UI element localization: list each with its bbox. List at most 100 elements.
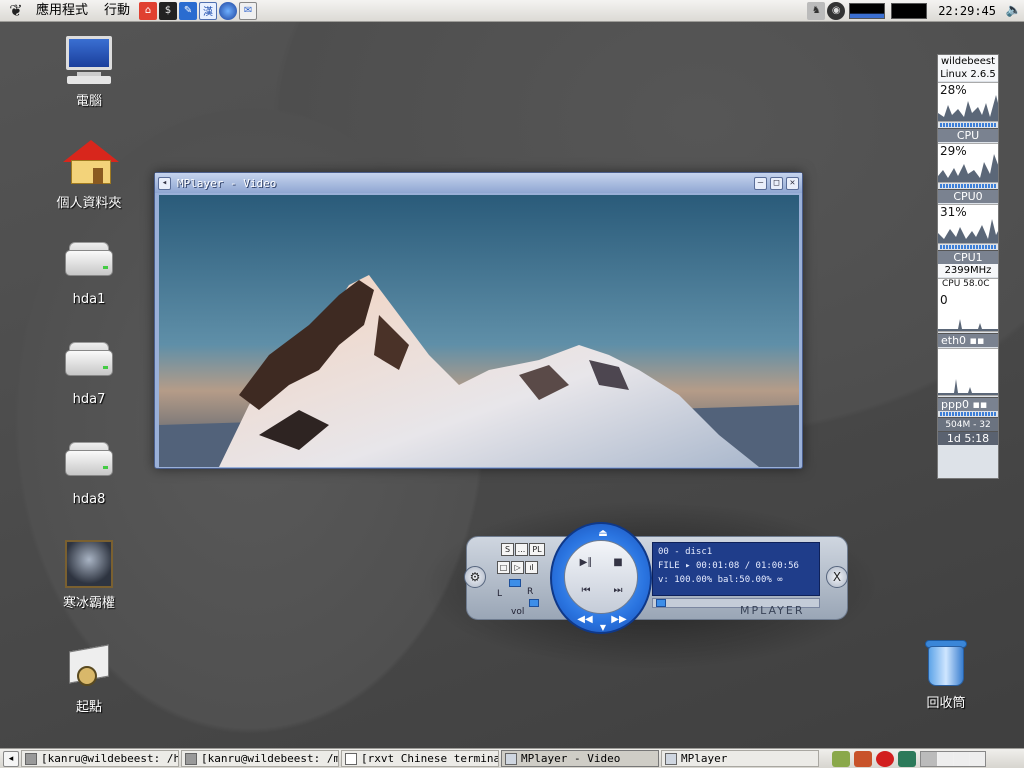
window-menu-button[interactable]: ◂ (158, 176, 171, 190)
mplayer-video-window[interactable]: ◂ MPlayer - Video – □ ✕ (154, 172, 803, 469)
mail-launcher-icon[interactable]: ✉ (239, 1, 258, 20)
minimize-button[interactable]: – (754, 176, 767, 190)
mplayer-icon (665, 752, 677, 765)
browser-launcher-icon[interactable] (219, 1, 238, 20)
cpu-temperature: CPU 58.0C (942, 279, 990, 289)
transport-buttons: ▶∥ ■ ⏮ ⏭ (564, 540, 638, 614)
desktop-icon-label: 個人資料夾 (56, 196, 122, 211)
time-row: FILE ▸ 00:01:08 / 01:00:56 (658, 561, 799, 571)
applications-menu[interactable]: 應用程式 (28, 0, 96, 22)
skin-browser-button[interactable]: S (501, 543, 514, 556)
cpu-frequency: 2399MHz (938, 264, 998, 277)
taskbar-item-rxvt[interactable]: [rxvt Chinese terminal ( (341, 750, 499, 767)
cpu0-percent: 29% (940, 144, 967, 158)
eth0-label: eth0 ▪▪ (938, 333, 998, 347)
more-button[interactable]: ... (515, 543, 528, 556)
stop-mini-button[interactable]: □ (497, 561, 510, 574)
desktop-icon-start-here[interactable]: 起點 (39, 640, 139, 715)
next-button[interactable]: ⏭ (603, 579, 633, 603)
desktop-icon-hda1[interactable]: hda1 (39, 236, 139, 307)
cpu0-chart[interactable]: 29% (938, 143, 998, 183)
display-tray-icon[interactable]: ◉ (827, 1, 846, 20)
actions-menu[interactable]: 行動 (96, 0, 138, 22)
playlist-button[interactable]: PL (529, 543, 545, 556)
memory-label: 504M - 32 (938, 417, 998, 431)
desktop-icon-game[interactable]: 寒冰霸權 (39, 540, 139, 611)
video-frame[interactable] (159, 195, 799, 467)
computer-icon (63, 34, 115, 86)
ppp0-name: ppp0 (941, 398, 969, 411)
source-label: FILE (658, 561, 680, 571)
volume-icon[interactable]: 🔈 (1005, 2, 1023, 20)
maximize-button[interactable]: □ (770, 176, 783, 190)
equalizer-button[interactable]: ıl (525, 561, 538, 574)
monitor-tray-icon[interactable] (898, 750, 916, 767)
track-title: 00 - disc1 (658, 547, 713, 557)
editor-launcher-icon[interactable]: ✎ (179, 1, 198, 20)
gnu-tray-icon[interactable] (832, 750, 850, 767)
gnu-tray-icon[interactable]: ♞ (807, 1, 826, 20)
window-title: MPlayer - Video (177, 176, 277, 190)
balance-slider-knob[interactable] (509, 579, 521, 587)
cpu1-chart[interactable]: 31% (938, 204, 998, 244)
hard-drive-icon (63, 336, 115, 388)
net-value: 0 (940, 293, 948, 307)
taskbar-item-label: [kanru@wildebeest: /mnt (201, 752, 339, 765)
mplayer-control-panel[interactable]: S ... PL □ ▷ ıl L R vol ⚙ 00 - disc1 FIL… (462, 520, 852, 636)
uptime-label: 1d 5:18 (938, 431, 998, 445)
desktop-icon-hda7[interactable]: hda7 (39, 336, 139, 407)
taskbar-item-terminal-home[interactable]: [kanru@wildebeest: /hom (21, 750, 179, 767)
flag-tray-icon[interactable] (854, 750, 872, 767)
window-titlebar[interactable]: ◂ MPlayer - Video – □ ✕ (155, 173, 802, 193)
stop-button[interactable]: ■ (603, 551, 633, 575)
load-graph-applet[interactable] (849, 2, 886, 19)
stop-tray-icon[interactable] (876, 750, 894, 767)
close-button[interactable]: ✕ (786, 176, 799, 190)
playback-time: 00:01:08 / 01:00:56 (695, 561, 799, 571)
bottom-panel: ◂ [kanru@wildebeest: /hom [kanru@wildebe… (0, 748, 1024, 768)
volume-balance-text: v: 100.00% bal:50.00% (658, 575, 772, 585)
top-panel: ❦ 應用程式 行動 ⌂ $ ✎ 漢 ✉ ♞ ◉ 22:29:45 🔈 (0, 0, 1024, 22)
gnome-foot-icon[interactable]: ❦ (6, 1, 26, 21)
temperature-chart[interactable]: CPU 58.0C 0 (938, 278, 998, 332)
play-pause-button[interactable]: ▶∥ (571, 551, 601, 575)
terminal-launcher-icon[interactable]: $ (159, 1, 178, 20)
volume-slider-knob[interactable] (529, 599, 539, 607)
cpu1-percent: 31% (940, 205, 967, 219)
cpu-percent: 28% (940, 83, 967, 97)
cpu-bar (940, 123, 996, 127)
previous-button[interactable]: ⏮ (571, 579, 601, 603)
trash-icon (920, 636, 972, 688)
seek-knob[interactable] (656, 599, 666, 607)
home-folder-icon (63, 136, 119, 188)
desktop-icon-trash[interactable]: 回收筒 (896, 636, 996, 711)
eth0-chart[interactable] (938, 348, 998, 396)
desktop-icon-computer[interactable]: 電腦 (39, 34, 139, 109)
netload-applet[interactable] (891, 2, 928, 19)
dictionary-launcher-icon[interactable]: 漢 (199, 1, 218, 20)
mplayer-close-button[interactable]: X (826, 566, 848, 588)
system-monitor[interactable]: wildebeest Linux 2.6.5 28% CPU 29% CPU0 … (937, 54, 999, 479)
ppp0-label: ppp0 ▪▪ (938, 397, 998, 411)
play-mini-button[interactable]: ▷ (511, 561, 524, 574)
clock[interactable]: 22:29:45 (930, 4, 1004, 18)
game-icon (65, 540, 113, 588)
menu-down-button[interactable]: ▼ (588, 616, 618, 640)
taskbar-item-mplayer-video[interactable]: MPlayer - Video (501, 750, 659, 767)
preferences-button[interactable]: ⚙ (464, 566, 486, 588)
volume-label: vol (511, 607, 525, 617)
cpu-chart[interactable]: 28% (938, 82, 998, 122)
desktop-icon-home[interactable]: 個人資料夾 (39, 136, 139, 211)
desktop-icon-hda8[interactable]: hda8 (39, 436, 139, 507)
taskbar-item-mplayer[interactable]: MPlayer (661, 750, 819, 767)
desktop-icon-label: 寒冰霸權 (62, 596, 115, 611)
balance-left-label: L (497, 589, 503, 599)
cpu1-bar (940, 245, 996, 249)
hard-drive-icon (63, 436, 115, 488)
desktop-icon-label: 回收筒 (926, 696, 966, 711)
taskbar-item-terminal-mnt[interactable]: [kanru@wildebeest: /mnt (181, 750, 339, 767)
workspace-switcher-icon[interactable] (920, 750, 986, 767)
home-launcher-icon[interactable]: ⌂ (139, 1, 158, 20)
cpu0-label: CPU0 (938, 189, 998, 203)
show-desktop-icon[interactable]: ◂ (3, 750, 19, 767)
